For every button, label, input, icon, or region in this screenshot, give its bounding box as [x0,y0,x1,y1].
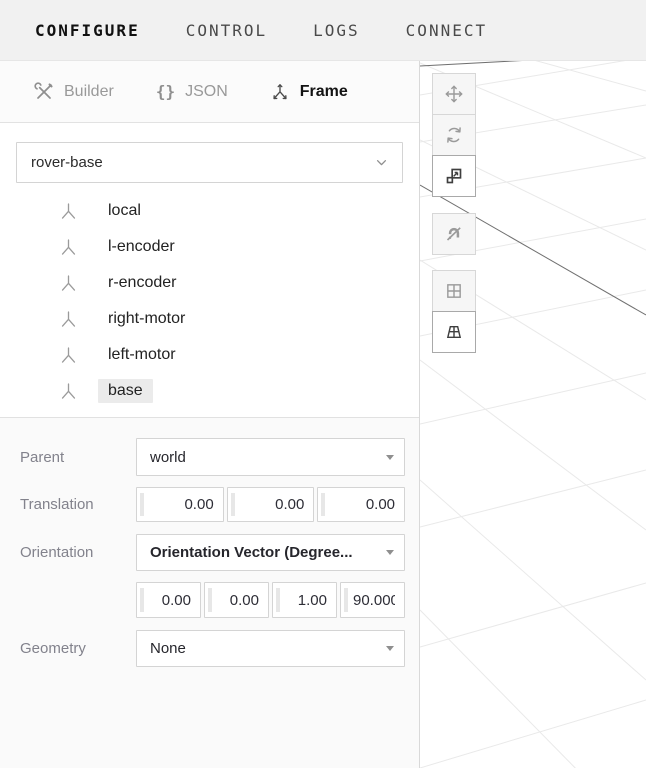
geometry-select[interactable]: None [136,630,405,667]
tab-builder-label: Builder [64,83,114,101]
tree-item-left-motor[interactable]: left-motor [0,337,419,373]
dropdown-caret-icon [386,646,394,651]
geometry-row: Geometry None [20,630,405,667]
chevron-down-icon [373,154,390,171]
tree-item-base[interactable]: base [0,373,419,409]
braces-icon: {} [156,82,175,101]
scale-icon [444,166,464,186]
translation-label: Translation [20,496,136,513]
translation-inputs [136,487,405,522]
frame-icon [58,201,79,222]
orientation-y-input[interactable] [204,582,269,618]
tree-item-label: r-encoder [98,271,186,295]
orthographic-view-button[interactable] [432,270,476,312]
tree-item-label: right-motor [98,307,195,331]
frame-icon [58,309,79,330]
app-root: CONFIGURE CONTROL LOGS CONNECT [0,0,646,768]
orientation-theta-wrap [340,582,405,618]
move-tool-button[interactable] [432,73,476,115]
magnet-off-icon [444,224,464,244]
orientation-values-row [20,582,405,618]
translation-row: Translation [20,487,405,522]
frame-tree: local l-encoder r-encoder right-motor le… [0,193,419,409]
tab-logs[interactable]: LOGS [313,21,360,40]
tree-item-label: base [98,379,153,403]
3d-viewport[interactable] [420,61,646,768]
geometry-label: Geometry [20,640,136,657]
move-icon [444,84,464,104]
tab-connect[interactable]: CONNECT [406,21,487,40]
translation-x-wrap [136,487,224,522]
tree-item-local[interactable]: local [0,193,419,229]
tab-frame[interactable]: Frame [270,82,348,102]
parent-label: Parent [20,449,136,466]
orientation-z-input[interactable] [272,582,337,618]
orientation-type-row: Orientation Orientation Vector (Degree..… [20,534,405,571]
translation-x-input[interactable] [136,487,224,522]
top-nav: CONFIGURE CONTROL LOGS CONNECT [0,0,646,61]
grid-icon [444,281,464,301]
frame-axes-icon [270,82,290,102]
view-tool-group [432,270,476,353]
left-panel: Builder {} JSON Frame rover-base [0,61,420,768]
translation-z-input[interactable] [317,487,405,522]
transform-tool-group [432,73,476,197]
rotate-icon [444,125,464,145]
frame-icon [58,237,79,258]
tab-json-label: JSON [185,83,228,101]
parent-select[interactable]: world [136,438,405,476]
dropdown-caret-icon [386,455,394,460]
orientation-inputs [136,582,405,618]
tools-icon [34,82,54,102]
scale-tool-button[interactable] [432,155,476,197]
tab-json[interactable]: {} JSON [156,82,228,101]
parent-row: Parent world [20,438,405,476]
orientation-z-wrap [272,582,337,618]
frame-icon [58,273,79,294]
translation-z-wrap [317,487,405,522]
frame-properties-form: Parent world Translation Orientation Ori… [0,417,419,768]
tab-configure[interactable]: CONFIGURE [35,21,140,40]
perspective-view-button[interactable] [432,311,476,353]
orientation-x-input[interactable] [136,582,201,618]
parent-select-value: world [150,449,186,466]
component-select[interactable]: rover-base [16,142,403,183]
tree-item-right-motor[interactable]: right-motor [0,301,419,337]
frame-icon [58,381,79,402]
translation-y-input[interactable] [227,487,315,522]
orientation-x-wrap [136,582,201,618]
tree-item-label: l-encoder [98,235,185,259]
snap-toggle-button[interactable] [432,213,476,255]
dropdown-caret-icon [386,550,394,555]
orientation-theta-input[interactable] [340,582,405,618]
rotate-tool-button[interactable] [432,114,476,156]
tree-item-label: local [98,199,151,223]
sub-nav: Builder {} JSON Frame [0,61,419,123]
geometry-select-value: None [150,640,186,657]
tab-frame-label: Frame [300,83,348,101]
snap-tool-group [432,213,476,255]
orientation-type-value: Orientation Vector (Degree... [150,544,353,561]
orientation-y-wrap [204,582,269,618]
tree-item-label: left-motor [98,343,186,367]
tab-builder[interactable]: Builder [34,82,114,102]
tree-item-r-encoder[interactable]: r-encoder [0,265,419,301]
tree-item-l-encoder[interactable]: l-encoder [0,229,419,265]
perspective-grid-icon [444,322,464,342]
component-select-value: rover-base [31,154,103,171]
orientation-type-select[interactable]: Orientation Vector (Degree... [136,534,405,571]
frame-icon [58,345,79,366]
translation-y-wrap [227,487,315,522]
tab-control[interactable]: CONTROL [186,21,267,40]
orientation-label: Orientation [20,544,136,561]
